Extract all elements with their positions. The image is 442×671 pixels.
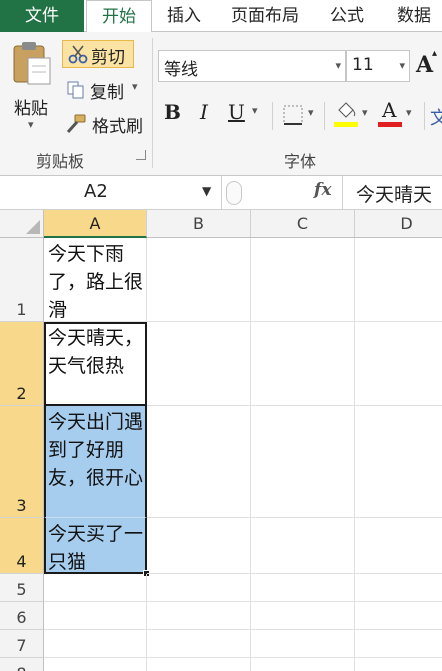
- fill-color-button[interactable]: [334, 100, 358, 130]
- fill-color-swatch: [334, 122, 358, 127]
- row-header-6[interactable]: 6: [0, 602, 44, 630]
- row-header-2[interactable]: 2: [0, 322, 44, 406]
- phonetic-icon[interactable]: 文: [430, 104, 442, 126]
- paste-dropdown-icon[interactable]: ▾: [28, 118, 34, 131]
- font-size-value: 11: [352, 55, 374, 75]
- cell-a1[interactable]: 今天下雨了，路上很滑: [44, 238, 147, 322]
- name-box-value: A2: [84, 181, 108, 202]
- font-name-dropdown-icon: ▾: [335, 59, 341, 72]
- paint-bucket-icon: [338, 102, 356, 118]
- row-header-8[interactable]: 8: [0, 658, 44, 671]
- group-separator: [152, 38, 153, 168]
- cell-a1-text: 今天下雨了，路上很滑: [48, 243, 144, 321]
- formula-input-value: 今天晴天: [356, 184, 433, 206]
- paste-button[interactable]: 粘贴 ▾: [6, 38, 56, 138]
- cell-a7[interactable]: [44, 630, 147, 658]
- column-header-d[interactable]: D: [355, 210, 442, 238]
- insert-function-icon[interactable]: fx: [314, 180, 331, 200]
- grow-font-button[interactable]: A ▴: [414, 48, 442, 82]
- select-all-corner[interactable]: [0, 210, 44, 238]
- cell-a3-text: 今天出门遇到了好朋友，很开心: [48, 411, 144, 489]
- copy-icon: [67, 81, 84, 99]
- borders-dropdown-icon[interactable]: ▾: [308, 106, 314, 119]
- cut-button[interactable]: 剪切: [62, 40, 134, 68]
- italic-button[interactable]: I: [200, 100, 208, 124]
- tab-formulas[interactable]: 公式: [318, 0, 376, 32]
- name-box-dropdown-icon[interactable]: ▼: [202, 184, 211, 198]
- paste-icon: [13, 42, 51, 85]
- font-size-select[interactable]: 11 ▾: [346, 50, 410, 82]
- ribbon: 粘贴 ▾ 剪切 复制 ▾ 格式刷 剪贴板 等线 ▾ 11 ▾ A ▴ B I U…: [0, 32, 442, 176]
- format-painter-label: 格式刷: [92, 117, 143, 137]
- font-color-dropdown-icon[interactable]: ▾: [406, 106, 412, 119]
- cell-a6[interactable]: [44, 602, 147, 630]
- row-header-4[interactable]: 4: [0, 518, 44, 574]
- copy-label: 复制: [90, 83, 124, 103]
- font-color-button[interactable]: A: [378, 98, 402, 130]
- brush-icon: [66, 114, 86, 134]
- borders-icon: [283, 105, 303, 125]
- spreadsheet-grid: A B C D 1 2 3 4 5 6 7 8 今天下雨了，路上很滑 今天晴天，…: [0, 210, 442, 671]
- row-header-7[interactable]: 7: [0, 630, 44, 658]
- formula-input[interactable]: 今天晴天: [346, 176, 442, 209]
- column-header-a[interactable]: A: [44, 210, 147, 238]
- clipboard-group-label: 剪贴板: [36, 152, 85, 171]
- empty-cells-gridlines[interactable]: [147, 238, 442, 671]
- formula-bar: A2 ▼ fx 今天晴天: [0, 176, 442, 210]
- bold-button[interactable]: B: [164, 100, 181, 124]
- scissors-icon: [68, 45, 88, 64]
- tab-insert[interactable]: 插入: [158, 0, 210, 32]
- cut-label: 剪切: [91, 48, 125, 68]
- clipboard-launcher-icon[interactable]: [136, 150, 146, 160]
- copy-dropdown-icon[interactable]: ▾: [132, 80, 138, 93]
- column-header-c[interactable]: C: [251, 210, 355, 238]
- font-name-value: 等线: [164, 60, 198, 80]
- row-header-3[interactable]: 3: [0, 406, 44, 518]
- cell-a2-text: 今天晴天，天气很热: [48, 327, 144, 377]
- tab-home[interactable]: 开始: [86, 0, 152, 34]
- cell-a3[interactable]: 今天出门遇到了好朋友，很开心: [44, 406, 147, 518]
- underline-button[interactable]: U: [228, 100, 245, 124]
- fill-color-dropdown-icon[interactable]: ▾: [362, 106, 368, 119]
- font-size-dropdown-icon: ▾: [399, 59, 405, 72]
- select-all-icon: [26, 220, 40, 234]
- row-header-5[interactable]: 5: [0, 574, 44, 602]
- cell-a4[interactable]: 今天买了一只猫: [44, 518, 147, 574]
- borders-button[interactable]: [282, 104, 304, 126]
- font-name-select[interactable]: 等线 ▾: [158, 50, 346, 82]
- underline-dropdown-icon[interactable]: ▾: [252, 104, 258, 117]
- cell-a4-text: 今天买了一只猫: [48, 523, 144, 573]
- copy-button[interactable]: 复制 ▾: [62, 76, 146, 104]
- name-box[interactable]: A2 ▼: [0, 176, 222, 209]
- font-group-label: 字体: [284, 152, 317, 171]
- grow-font-icon: A: [416, 52, 434, 78]
- tab-data[interactable]: 数据: [386, 0, 442, 32]
- formula-bar-buttons: fx: [246, 178, 338, 208]
- ribbon-tab-bar: 文件 开始 插入 页面布局 公式 数据: [0, 0, 442, 34]
- tab-page-layout[interactable]: 页面布局: [222, 0, 308, 32]
- cell-a2[interactable]: 今天晴天，天气很热: [44, 322, 147, 406]
- column-header-b[interactable]: B: [147, 210, 251, 238]
- tab-file[interactable]: 文件: [0, 0, 84, 32]
- font-color-swatch: [378, 122, 402, 127]
- formula-bar-splitter[interactable]: [226, 181, 242, 205]
- cell-a5[interactable]: [44, 574, 147, 602]
- paste-label: 粘贴: [14, 99, 48, 119]
- format-painter-button[interactable]: 格式刷: [62, 110, 150, 138]
- cell-a8[interactable]: [44, 658, 147, 671]
- font-color-icon: A: [382, 98, 397, 122]
- row-header-1[interactable]: 1: [0, 238, 44, 322]
